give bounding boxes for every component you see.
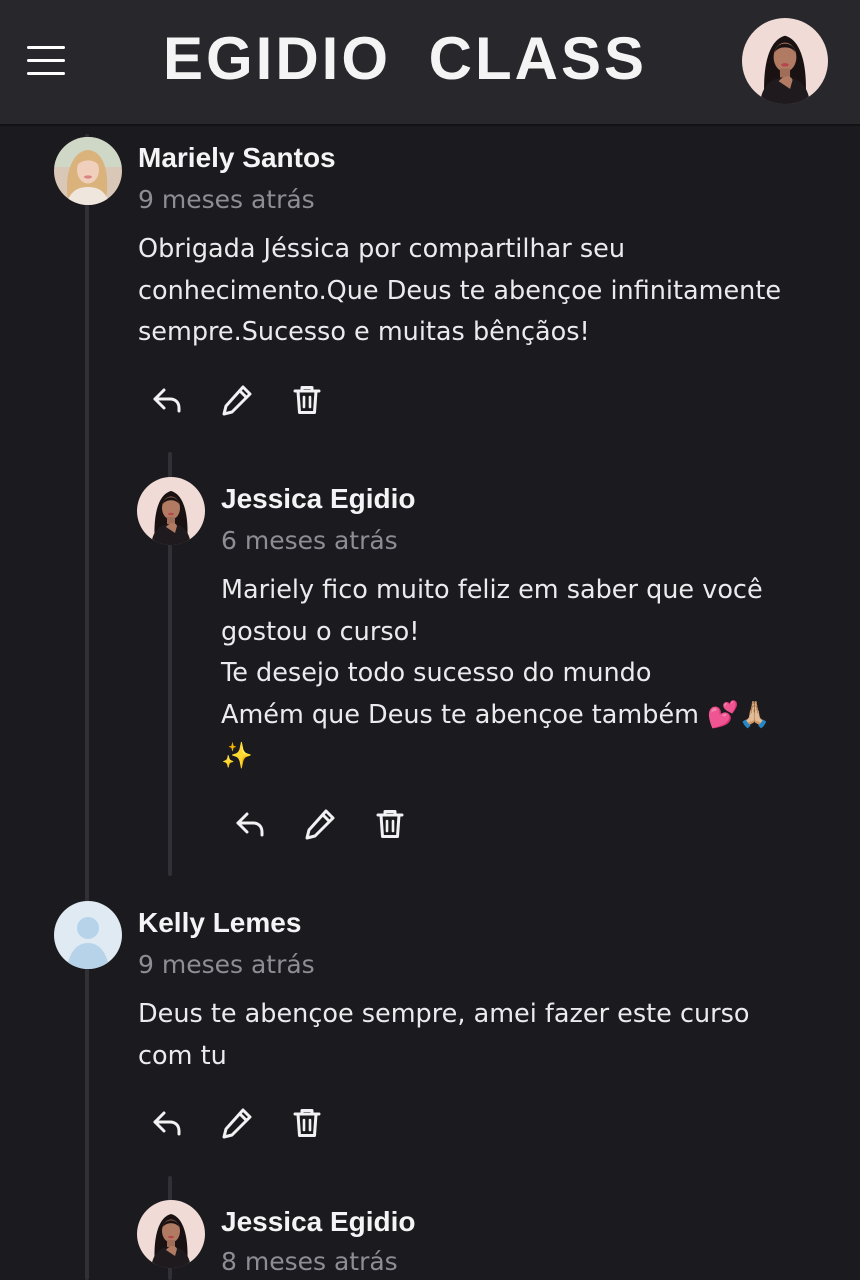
menu-bar [27, 72, 65, 75]
edit-pencil-icon[interactable] [215, 378, 259, 422]
edit-pencil-icon[interactable] [298, 802, 342, 846]
edit-pencil-icon[interactable] [215, 1101, 259, 1145]
comment-author[interactable]: Jessica Egidio [221, 1205, 416, 1239]
comment-time: 8 meses atrás [221, 1247, 398, 1276]
comment-line: Mariely fico muito feliz em saber que vo… [221, 575, 763, 605]
brand-logo[interactable]: EGIDIO CLASS [150, 22, 660, 96]
delete-trash-icon[interactable] [368, 802, 412, 846]
default-avatar-icon [54, 901, 122, 969]
avatar[interactable] [54, 137, 122, 205]
comment-line: Deus te abençoe sempre, amei fazer este … [138, 999, 750, 1029]
reply-icon[interactable] [227, 802, 271, 846]
comment-body: Deus te abençoe sempre, amei fazer este … [138, 994, 750, 1077]
comment-line: sempre.Sucesso e muitas bênçãos! [138, 317, 590, 347]
comment-time: 6 meses atrás [221, 526, 398, 555]
comment-line: ✨ [221, 741, 253, 771]
comment-time: 9 meses atrás [138, 185, 315, 214]
delete-trash-icon[interactable] [285, 1101, 329, 1145]
avatar[interactable] [137, 1200, 205, 1268]
avatar-image [54, 137, 122, 205]
comment-line: conhecimento.Que Deus te abençoe infinit… [138, 275, 782, 306]
avatar-image [137, 1200, 205, 1268]
comment-author[interactable]: Mariely Santos [138, 141, 336, 175]
comment-line: gostou o curso! [221, 616, 420, 647]
comment-author[interactable]: Kelly Lemes [138, 906, 301, 940]
reply-icon[interactable] [144, 1101, 188, 1145]
avatar-image [137, 477, 205, 545]
hamburger-menu-icon[interactable] [18, 36, 74, 86]
comment-line: Obrigada Jéssica por compartilhar seu [138, 234, 625, 264]
comment-body: Mariely fico muito feliz em saber que vo… [221, 570, 771, 778]
comment-line: Te desejo todo sucesso do mundo [221, 658, 652, 688]
comment-time: 9 meses atrás [138, 950, 315, 979]
comment-body: Obrigada Jéssica por compartilhar seu co… [138, 229, 781, 354]
thread-line [85, 134, 89, 1280]
user-avatar-image [742, 18, 828, 104]
comment-actions [144, 1101, 364, 1145]
delete-trash-icon[interactable] [285, 378, 329, 422]
comment-line: com tu [138, 1040, 227, 1071]
avatar[interactable] [54, 901, 122, 969]
avatar[interactable] [137, 477, 205, 545]
comment-actions [227, 802, 447, 846]
menu-bar [27, 59, 65, 62]
profile-avatar[interactable] [742, 18, 828, 104]
comment-author[interactable]: Jessica Egidio [221, 482, 416, 516]
comment-actions [144, 378, 364, 422]
reply-icon[interactable] [144, 378, 188, 422]
app-header: EGIDIO CLASS [0, 0, 860, 126]
comment-line: Amém que Deus te abençoe também 💕🙏🏼 [221, 699, 771, 730]
menu-bar [27, 46, 65, 49]
